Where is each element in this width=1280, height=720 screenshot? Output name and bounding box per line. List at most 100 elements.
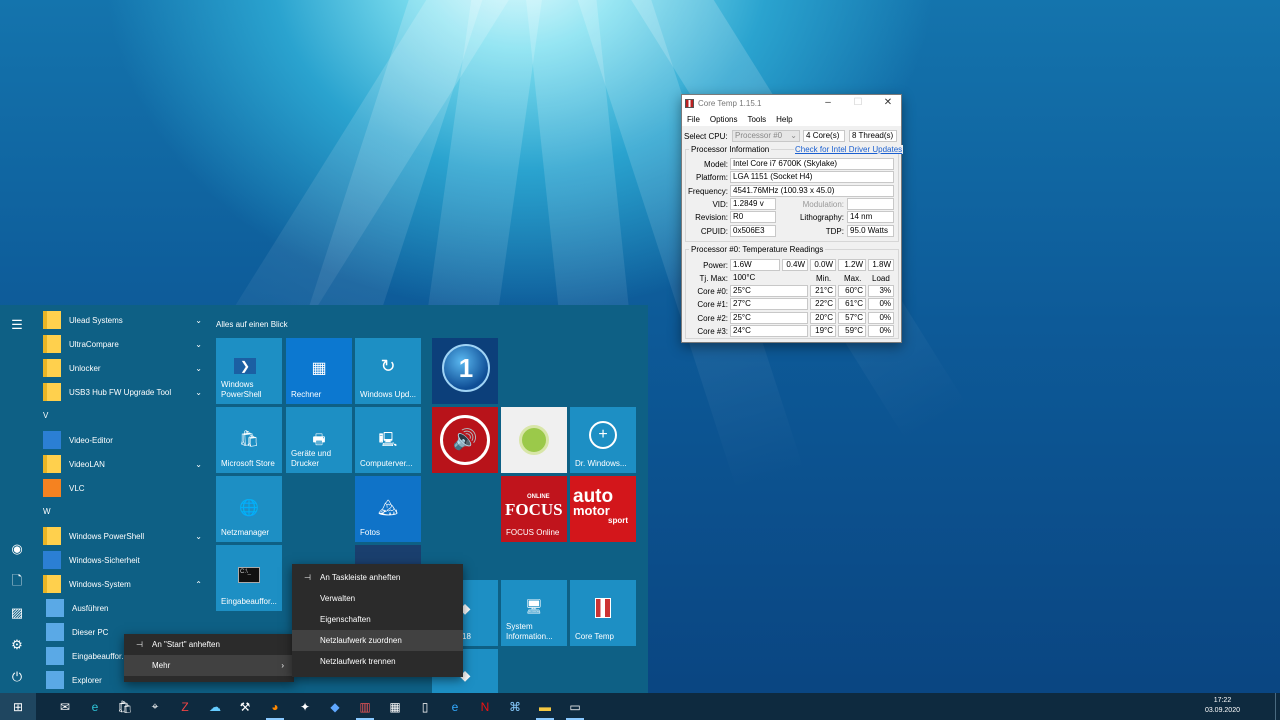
- chevron-down-icon: ⌄: [790, 131, 797, 140]
- globe-logo-icon: 1: [442, 344, 490, 392]
- edge-icon[interactable]: e: [80, 693, 110, 720]
- chevron-down-icon: ⌄: [195, 387, 202, 397]
- coretemp-taskbar-icon[interactable]: ▥: [350, 693, 380, 720]
- driver-update-link[interactable]: Check for Intel Driver Updates: [794, 145, 904, 154]
- app-list-item[interactable]: Unlocker ⌄: [40, 357, 206, 379]
- folder-icon: [43, 359, 61, 377]
- tile-tagesschau[interactable]: 1: [432, 338, 498, 404]
- app-list-item[interactable]: Windows PowerShell ⌄: [40, 525, 206, 547]
- powershell-icon: ❯: [234, 358, 256, 374]
- app-list-letter[interactable]: V: [43, 411, 48, 420]
- app-list-item[interactable]: Windows-System ⌃: [40, 573, 206, 595]
- terminal-icon[interactable]: ⌘: [500, 693, 530, 720]
- tile-windows-powershell[interactable]: ❯ Windows PowerShell: [216, 338, 282, 404]
- tile-rechner[interactable]: ▦ Rechner: [286, 338, 352, 404]
- tile-partial[interactable]: [355, 545, 421, 565]
- netflix-icon[interactable]: N: [470, 693, 500, 720]
- tile-auto-motor-sport[interactable]: auto motor sport: [570, 476, 636, 542]
- cloud-icon[interactable]: ☁: [200, 693, 230, 720]
- col-max: Max.: [844, 274, 862, 283]
- processor-select[interactable]: Processor #0 ⌄: [732, 130, 800, 142]
- show-desktop-button[interactable]: [1275, 693, 1280, 720]
- menu-options[interactable]: Options: [710, 115, 738, 124]
- tile-microsoft-store[interactable]: 🛍 Microsoft Store: [216, 407, 282, 473]
- firefox-icon[interactable]: ◕: [260, 693, 290, 720]
- tile-core-temp[interactable]: Core Temp: [570, 580, 636, 646]
- app-icon[interactable]: ✦: [290, 693, 320, 720]
- app-list-item[interactable]: UltraCompare ⌄: [40, 333, 206, 355]
- app-list-item[interactable]: VideoLAN ⌄: [40, 453, 206, 475]
- power-dram: 1.2W: [838, 259, 866, 271]
- photos-icon: 🏔: [377, 500, 399, 517]
- app-list-letter[interactable]: W: [43, 507, 51, 516]
- pictures-icon[interactable]: ▨: [8, 604, 26, 622]
- tile-windows-update[interactable]: ↻ Windows Upd...: [355, 338, 421, 404]
- menu-item-disconnect-network-drive[interactable]: Netzlaufwerk trennen: [292, 651, 463, 672]
- tile-fotos[interactable]: 🏔 Fotos: [355, 476, 421, 542]
- user-account-icon[interactable]: ◉: [8, 540, 26, 558]
- tile-system-information[interactable]: 🖥 System Information...: [501, 580, 567, 646]
- tile-radio[interactable]: 🔊: [432, 407, 498, 473]
- app-list-item[interactable]: Windows-Sicherheit: [40, 549, 206, 571]
- vid-value: 1.2849 v: [730, 198, 776, 210]
- tool-icon[interactable]: ⚒: [230, 693, 260, 720]
- tile-netzmanager[interactable]: 🌐 Netzmanager: [216, 476, 282, 542]
- core-load: 0%: [868, 324, 894, 337]
- menu-tools[interactable]: Tools: [747, 115, 766, 124]
- frequency-label: Frequency:: [687, 187, 728, 196]
- minimize-icon[interactable]: –: [820, 97, 836, 109]
- app-list-label: Ausführen: [72, 603, 109, 613]
- tile-map-app[interactable]: [501, 407, 567, 473]
- cpuid-label: CPUID:: [700, 227, 728, 236]
- store-icon[interactable]: 🛍: [110, 693, 140, 720]
- hamburger-menu-icon[interactable]: ☰: [8, 316, 26, 334]
- filezilla-icon[interactable]: Z: [170, 693, 200, 720]
- app-list-item[interactable]: VLC: [40, 477, 206, 499]
- maximize-icon: ☐: [853, 97, 863, 108]
- start-button-icon[interactable]: ⊞: [0, 693, 36, 720]
- tile-computerverwaltung[interactable]: 🖳 Computerver...: [355, 407, 421, 473]
- menu-item-eigenschaften[interactable]: Eigenschaften: [292, 609, 463, 630]
- mail-icon[interactable]: ✉: [50, 693, 80, 720]
- file-icon[interactable]: ▯: [410, 693, 440, 720]
- computer-management-icon: 🖳: [378, 431, 398, 447]
- start-rail: ☰ ◉ 🗋 ▨ ⚙ ⏻: [0, 305, 34, 693]
- tile-eingabeaufforderung[interactable]: C:\_ Eingabeauffor...: [216, 545, 282, 611]
- app-list-item[interactable]: Video-Editor: [40, 429, 206, 451]
- ie-icon[interactable]: e: [440, 693, 470, 720]
- context-menu-primary: ⊣ An "Start" anheften Mehr ›: [124, 634, 294, 682]
- speaker-icon: 🔊: [440, 415, 490, 465]
- menu-help[interactable]: Help: [776, 115, 792, 124]
- menu-item-pin-taskbar[interactable]: ⊣ An Taskleiste anheften: [292, 567, 463, 588]
- tile-focus-online[interactable]: ONLINE FOCUS FOCUS Online: [501, 476, 567, 542]
- menu-item-pin-to-start[interactable]: ⊣ An "Start" anheften: [124, 634, 294, 655]
- core-load: 0%: [868, 298, 894, 311]
- app-list-item[interactable]: Ulead Systems ⌄: [40, 309, 206, 331]
- lithography-value: 14 nm: [847, 211, 894, 223]
- col-load: Load: [872, 274, 890, 283]
- core-load: 3%: [868, 285, 894, 297]
- menu-file[interactable]: File: [687, 115, 700, 124]
- kodi-icon[interactable]: ◆: [320, 693, 350, 720]
- documents-icon[interactable]: 🗋: [8, 572, 26, 590]
- core-load: 0%: [868, 311, 894, 324]
- power-icon[interactable]: ⏻: [8, 668, 26, 686]
- app-list-item[interactable]: Ausführen: [40, 597, 206, 619]
- explorer-icon[interactable]: ▬: [530, 693, 560, 720]
- clock[interactable]: 17:22 03.09.2020: [1205, 696, 1240, 716]
- settings-gear-icon[interactable]: ⚙: [8, 636, 26, 654]
- grid-icon[interactable]: ▦: [380, 693, 410, 720]
- tjmax-value: 100°C: [733, 273, 756, 282]
- core-min: 20°C: [810, 311, 836, 324]
- menu-item-verwalten[interactable]: Verwalten: [292, 588, 463, 609]
- title-bar[interactable]: Core Temp 1.15.1 – ☐ ✕: [682, 95, 901, 112]
- window-icon[interactable]: ▭: [560, 693, 590, 720]
- temp-group-title: Processor #0: Temperature Readings: [689, 245, 826, 254]
- app-list-item[interactable]: USB3 Hub FW Upgrade Tool ⌄: [40, 381, 206, 403]
- network-icon[interactable]: ⌖: [140, 693, 170, 720]
- tile-dr-windows[interactable]: + Dr. Windows...: [570, 407, 636, 473]
- tile-geraete-drucker[interactable]: 🖶 Geräte und Drucker: [286, 407, 352, 473]
- menu-item-map-network-drive[interactable]: Netzlaufwerk zuordnen: [292, 630, 463, 651]
- close-icon[interactable]: ✕: [880, 97, 896, 109]
- menu-item-more[interactable]: Mehr ›: [124, 655, 294, 676]
